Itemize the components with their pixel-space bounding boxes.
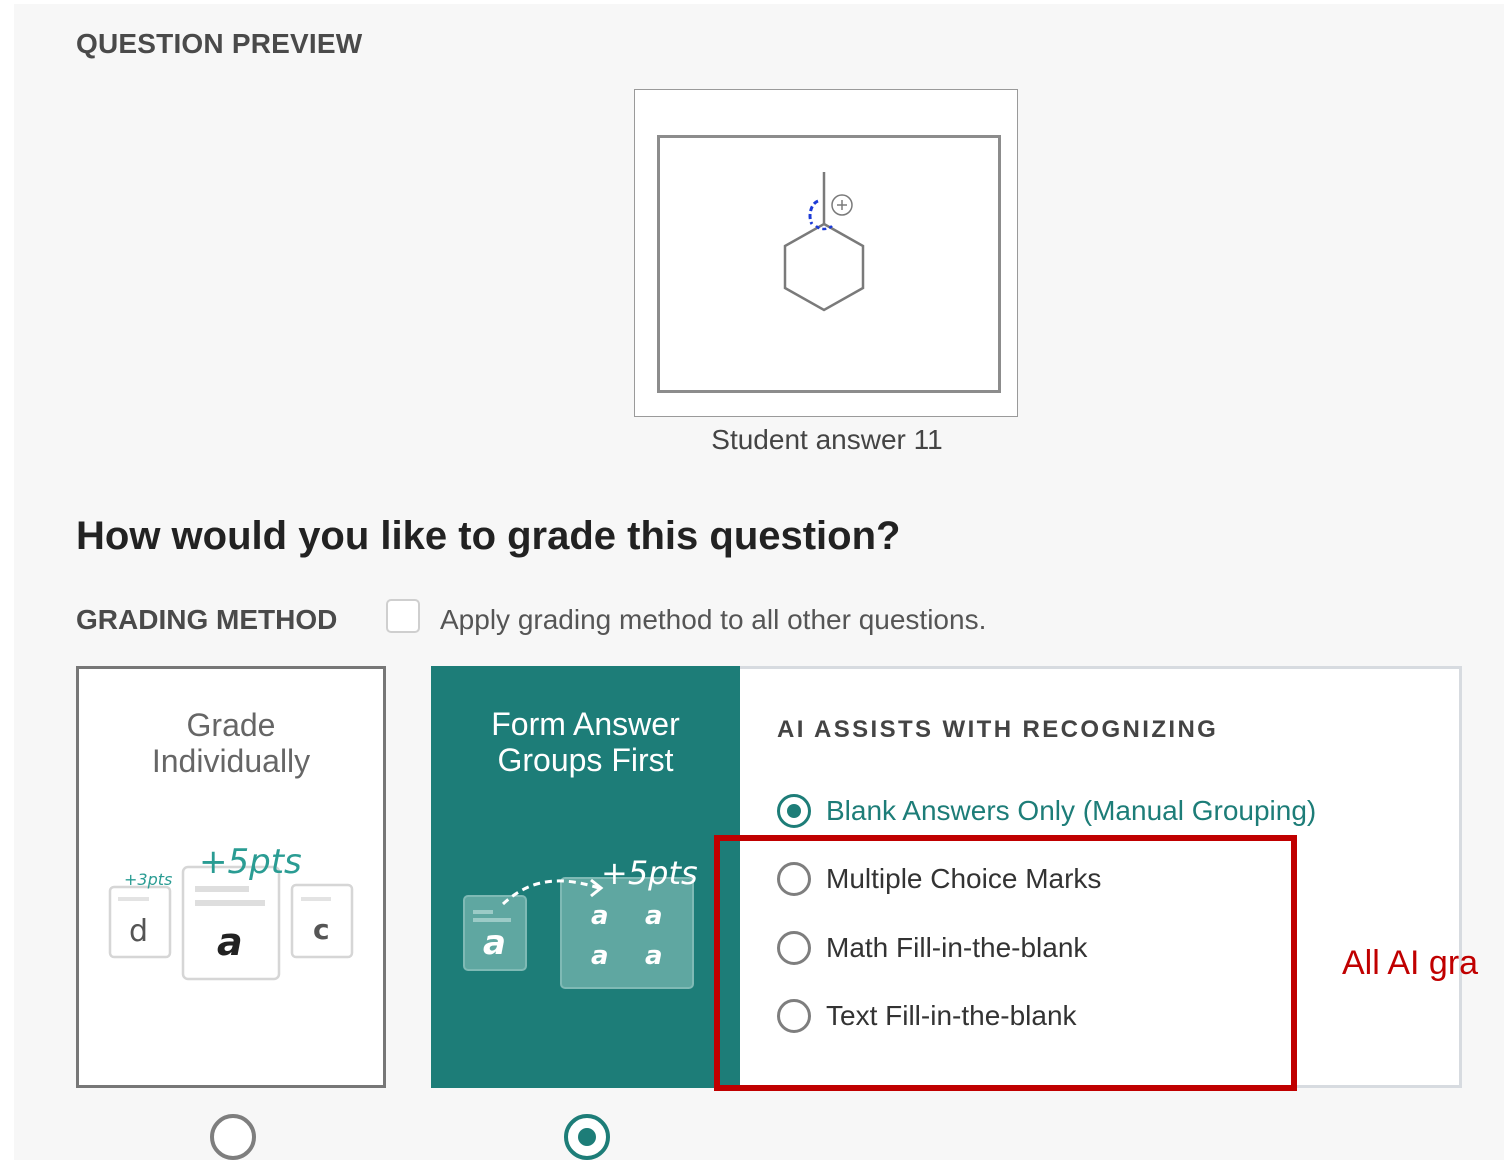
radio-selected-icon[interactable] <box>777 794 811 828</box>
illus-pts-large: +5pts <box>199 842 302 882</box>
illus-letter-group-1: a <box>591 901 609 931</box>
grade-individually-card[interactable]: Grade Individually +3pts +5pts d a c <box>76 666 386 1088</box>
grade-individually-radio[interactable] <box>210 1114 256 1160</box>
answer-canvas <box>657 135 1001 393</box>
grading-method-label: GRADING METHOD <box>76 604 338 635</box>
form-answer-groups-card[interactable]: Form Answer Groups First +5pts a a a a a <box>431 666 740 1088</box>
illus-letter-group-4: a <box>645 941 663 971</box>
apply-all-checkbox[interactable] <box>386 599 420 633</box>
annotation-highlight-box <box>714 835 1297 1091</box>
illus-letter-a: a <box>217 920 243 964</box>
option-blank-answers[interactable]: Blank Answers Only (Manual Grouping) <box>777 793 1316 829</box>
illus-letter-source: a <box>483 923 506 963</box>
ai-assist-title: AI ASSISTS WITH RECOGNIZING <box>777 716 1219 743</box>
annotation-text: All AI gra <box>1342 944 1479 982</box>
form-groups-illustration-icon: +5pts a a a a a <box>463 854 698 989</box>
illus-pts: +5pts <box>601 854 698 892</box>
hexagon-molecule-icon <box>783 172 865 312</box>
illus-pts-small: +3pts <box>124 870 172 889</box>
illus-letter-group-2: a <box>645 901 663 931</box>
student-answer-preview[interactable] <box>634 89 1018 417</box>
preview-caption: Student answer 11 <box>711 424 943 455</box>
grade-question-heading: How would you like to grade this questio… <box>76 514 901 558</box>
question-preview-label: QUESTION PREVIEW <box>76 28 363 59</box>
apply-all-label[interactable]: Apply grading method to all other questi… <box>440 604 986 636</box>
illus-letter-d: d <box>129 914 148 949</box>
illus-letter-c: c <box>313 913 330 946</box>
illus-letter-group-3: a <box>591 941 609 971</box>
grade-individually-illustration-icon: +3pts +5pts d a c <box>108 842 354 981</box>
form-groups-radio[interactable] <box>564 1114 610 1160</box>
option-label: Blank Answers Only (Manual Grouping) <box>826 795 1317 826</box>
